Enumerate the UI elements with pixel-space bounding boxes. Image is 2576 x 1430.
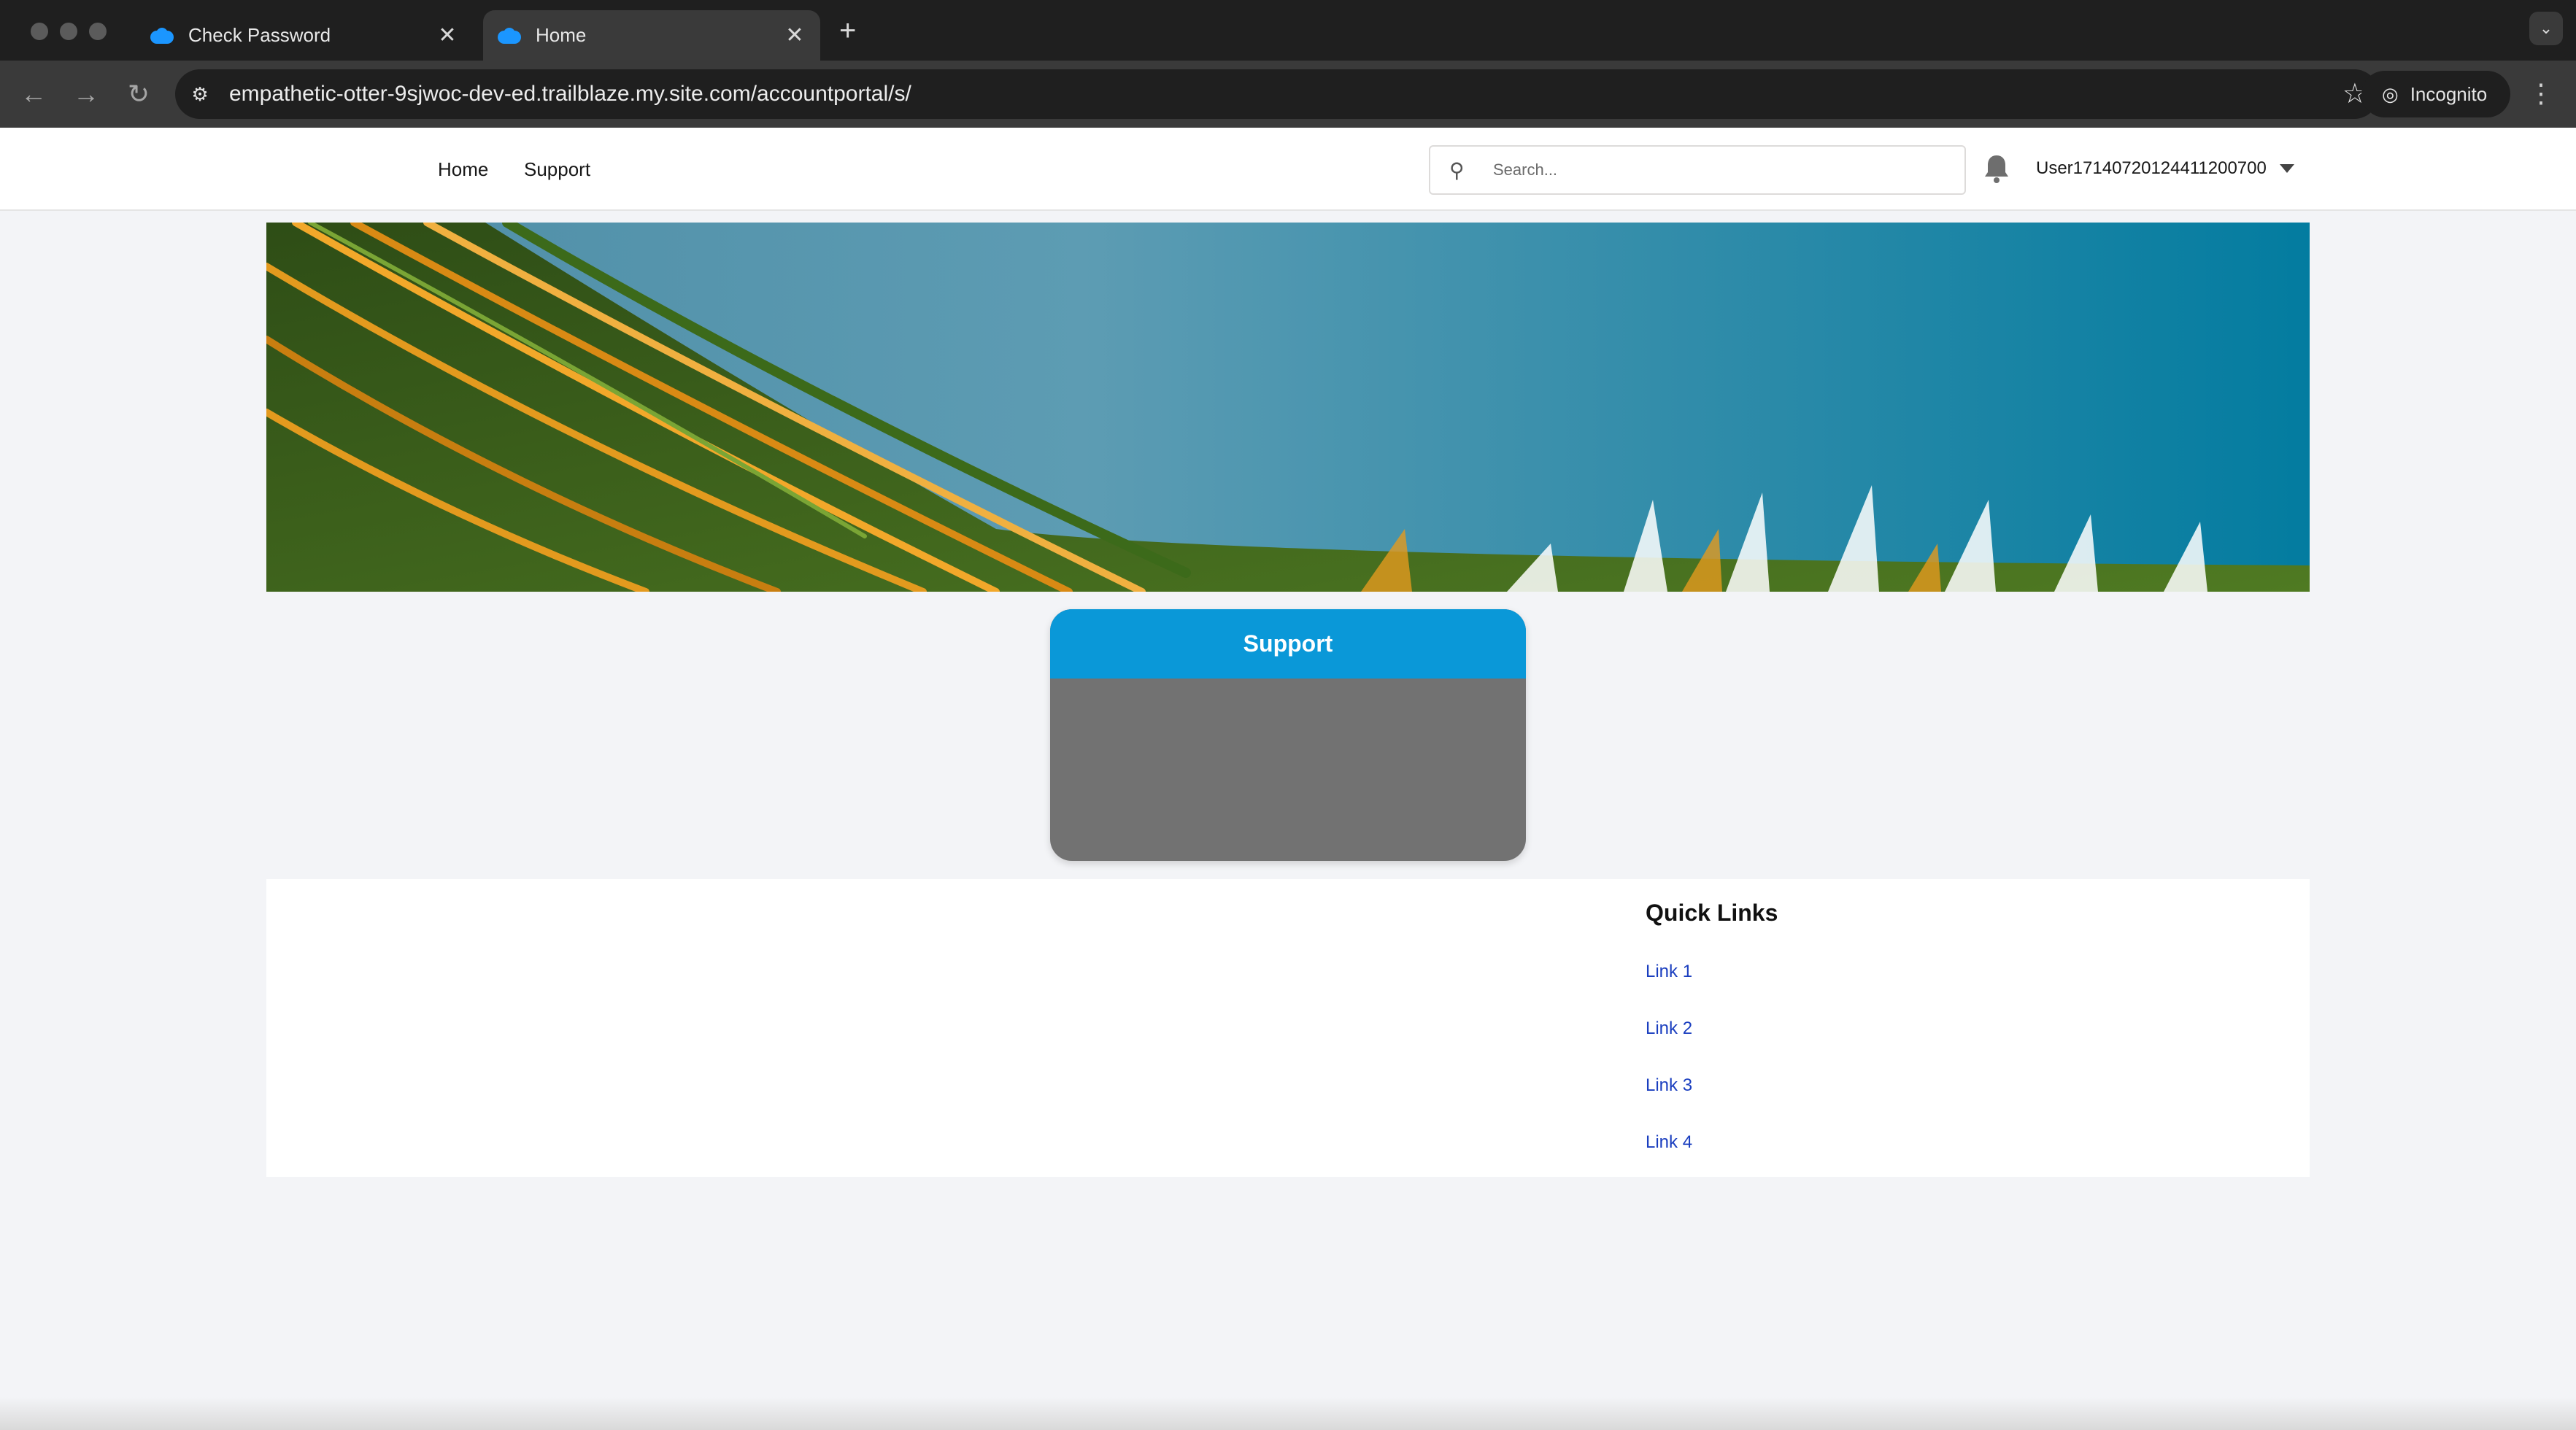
quick-link-2[interactable]: Link 2 [1646, 1019, 1692, 1039]
nav-support-link[interactable]: Support [524, 158, 590, 181]
address-bar[interactable]: ⚙ empathetic-otter-9sjwoc-dev-ed.trailbl… [175, 69, 2379, 119]
tab-home[interactable]: Home ✕ [483, 10, 820, 61]
hero-banner-image [266, 223, 2310, 592]
nav-home-link[interactable]: Home [438, 158, 488, 181]
search-input[interactable] [1493, 161, 1931, 179]
window-minimize-dot[interactable] [60, 23, 77, 40]
close-icon[interactable]: ✕ [436, 23, 458, 48]
incognito-label: Incognito [2410, 82, 2488, 105]
tab-check-password[interactable]: Check Password ✕ [136, 10, 473, 61]
content-panel: Quick Links Link 1 Link 2 Link 3 Link 4 [266, 879, 2310, 1177]
support-tile[interactable]: Support [1050, 609, 1526, 861]
caret-down-icon [2279, 164, 2294, 173]
user-menu[interactable]: User17140720124411200700 [2036, 158, 2294, 179]
user-name: User17140720124411200700 [2036, 158, 2267, 178]
salesforce-cloud-icon [150, 27, 174, 44]
notification-bell-icon[interactable] [1982, 152, 2011, 185]
site-header: Home Support ⚲ User17140720124411200700 [0, 128, 2576, 211]
browser-toolbar: ← → ↻ ⚙ empathetic-otter-9sjwoc-dev-ed.t… [0, 61, 2576, 128]
browser-menu-icon[interactable]: ⋮ [2528, 78, 2554, 109]
incognito-indicator[interactable]: ◎ Incognito [2361, 71, 2510, 117]
quick-link-1[interactable]: Link 1 [1646, 962, 1692, 982]
support-tile-title[interactable]: Support [1050, 609, 1526, 679]
search-box[interactable]: ⚲ [1429, 145, 1966, 195]
incognito-icon: ◎ [2382, 82, 2399, 105]
tab-search-chevron-icon[interactable]: ⌄ [2529, 12, 2563, 45]
quick-link-4[interactable]: Link 4 [1646, 1132, 1692, 1153]
tab-title: Home [536, 24, 587, 46]
new-tab-button[interactable]: + [839, 15, 856, 47]
palm-leaf-illustration [266, 223, 2310, 592]
reload-icon[interactable]: ↻ [121, 77, 156, 112]
quick-links-heading: Quick Links [1646, 900, 1778, 926]
salesforce-cloud-icon [498, 27, 521, 44]
window-close-dot[interactable] [31, 23, 48, 40]
window-zoom-dot[interactable] [89, 23, 107, 40]
close-icon[interactable]: ✕ [784, 23, 806, 48]
quick-link-3[interactable]: Link 3 [1646, 1075, 1692, 1096]
site-settings-icon[interactable]: ⚙ [175, 69, 225, 119]
window-bottom-edge [0, 1397, 2576, 1430]
browser-tab-bar: Check Password ✕ Home ✕ + ⌄ [0, 0, 2576, 61]
search-icon: ⚲ [1449, 158, 1465, 182]
back-arrow-icon[interactable]: ← [16, 77, 51, 112]
url-text[interactable]: empathetic-otter-9sjwoc-dev-ed.trailblaz… [229, 82, 911, 107]
forward-arrow-icon[interactable]: → [69, 77, 104, 112]
tab-title: Check Password [188, 24, 331, 46]
